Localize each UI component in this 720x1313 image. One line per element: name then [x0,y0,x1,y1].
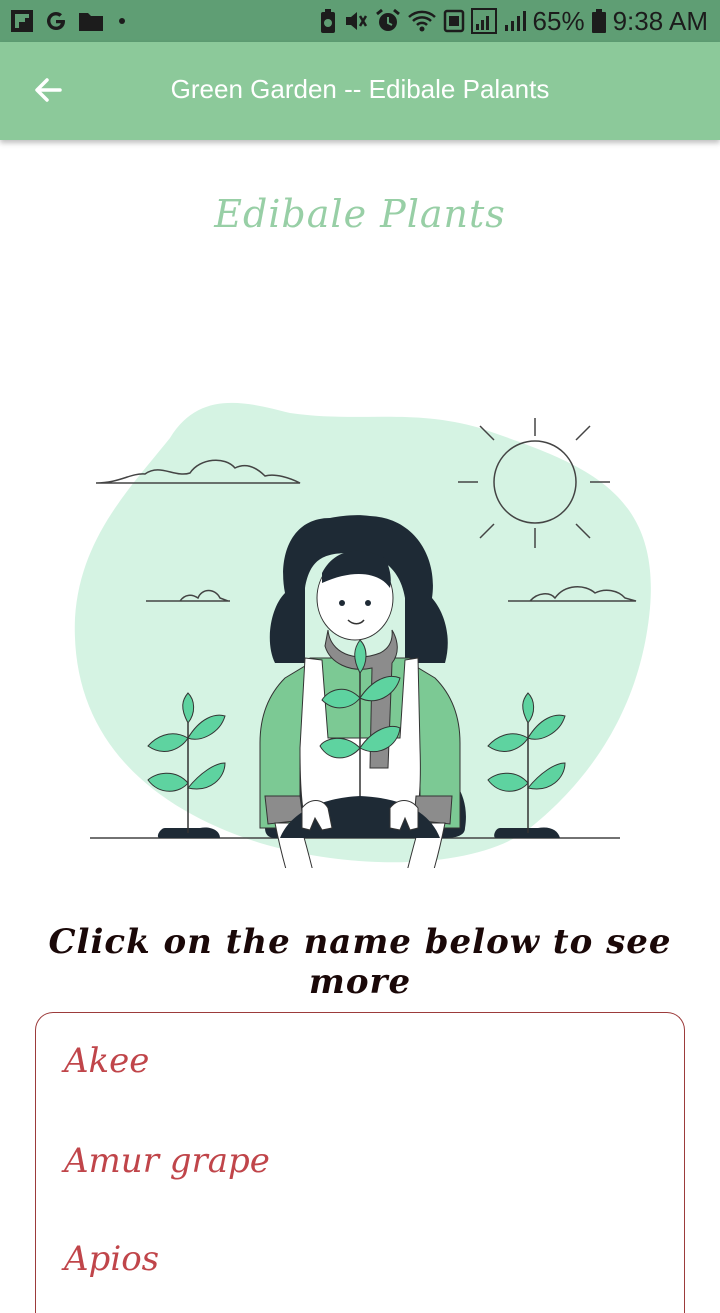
mute-icon [343,8,369,34]
sim-icon [443,8,465,34]
google-icon [44,9,68,33]
status-bar: 65% 9:38 AM [0,0,720,42]
signal-box-icon [470,8,497,34]
app-bar: Green Garden -- Edibale Palants [0,42,720,140]
gardening-illustration [60,268,660,929]
wifi-icon [407,8,437,34]
folder-icon [78,10,104,32]
battery-percent: 65% [532,5,585,36]
flipboard-icon [10,9,34,33]
section-title: Edibale Plants [214,192,506,236]
plant-item-akee[interactable]: Akee [64,1041,149,1081]
plant-item-apios[interactable]: Apios [64,1239,159,1279]
alarm-icon [375,8,401,34]
plant-list: Akee Amur grape Apios [35,1012,685,1313]
dot-icon [114,13,130,29]
battery-icon [591,8,607,34]
instruction-text: Click on the name below to see more [48,922,672,1002]
status-left-icons [10,8,130,34]
main-content: Edibale Plants Click on the name below t… [0,140,720,1313]
signal-icon [503,8,527,34]
plant-item-amur-grape[interactable]: Amur grape [64,1141,270,1181]
status-right-icons: 65% 9:38 AM [319,6,708,36]
battery-saver-icon [319,8,337,34]
app-title: Green Garden -- Edibale Palants [170,74,550,104]
clock: 9:38 AM [612,5,708,36]
